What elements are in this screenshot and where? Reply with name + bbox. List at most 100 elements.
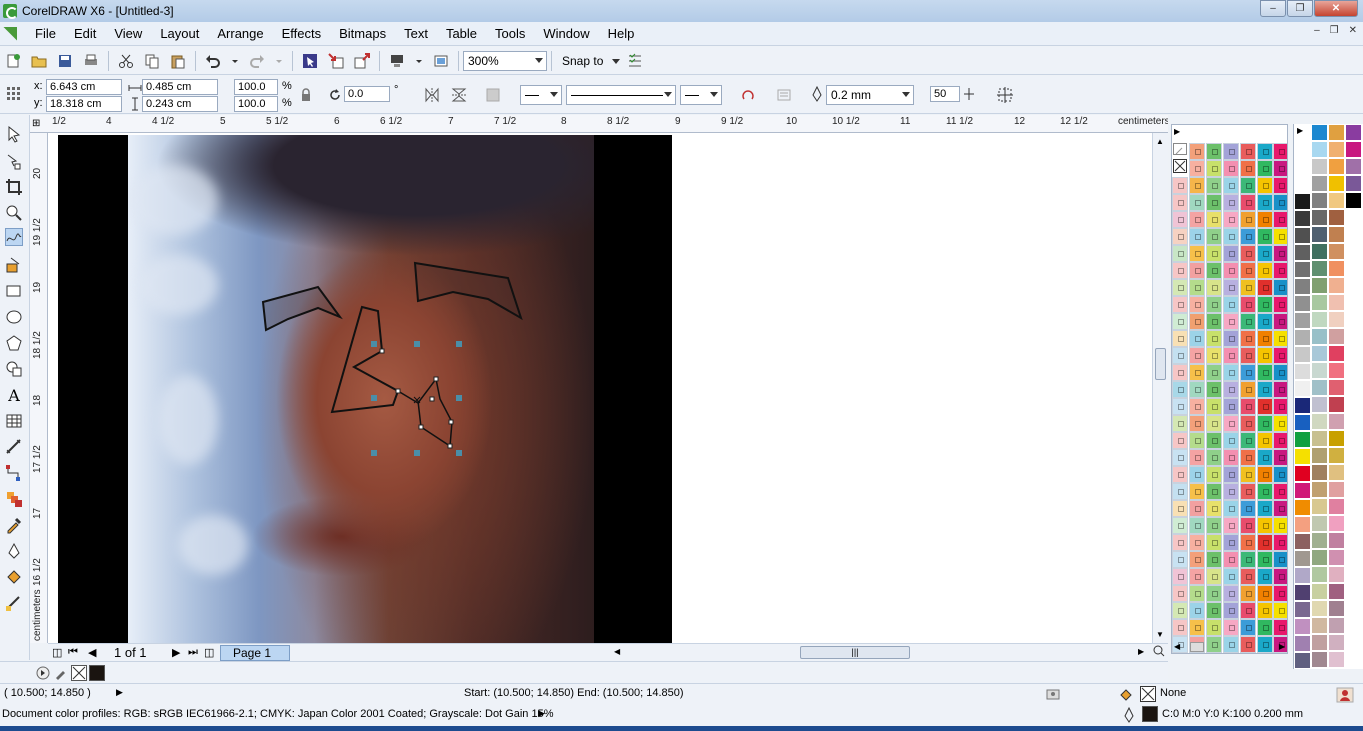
color-swatch[interactable]	[1328, 413, 1345, 430]
drawing-canvas[interactable]	[48, 133, 1152, 643]
doc-minimize-icon[interactable]: –	[1314, 25, 1320, 36]
fill-color-none-icon[interactable]	[1140, 686, 1156, 702]
color-swatch[interactable]	[1257, 636, 1273, 653]
color-swatch[interactable]	[1345, 515, 1362, 532]
color-swatch[interactable]	[1189, 398, 1205, 415]
color-swatch[interactable]	[1311, 379, 1328, 396]
color-swatch[interactable]	[1273, 211, 1287, 228]
color-swatch[interactable]	[1240, 211, 1256, 228]
color-swatch[interactable]	[1206, 398, 1222, 415]
import-icon[interactable]	[328, 52, 344, 69]
scroll-down-icon[interactable]: ▼	[1156, 630, 1164, 639]
application-launcher-icon[interactable]	[389, 53, 405, 69]
menu-file[interactable]: File	[26, 24, 65, 44]
color-swatch[interactable]	[1240, 568, 1256, 585]
color-swatch[interactable]	[1223, 585, 1239, 602]
color-swatch[interactable]	[1240, 313, 1256, 330]
color-swatch[interactable]	[1172, 500, 1188, 517]
menu-view[interactable]: View	[105, 24, 151, 44]
color-swatch[interactable]	[1345, 141, 1362, 158]
color-swatch[interactable]	[1257, 466, 1273, 483]
palette-scroll-up-icon[interactable]: ▶	[1297, 126, 1303, 135]
ruler-origin-icon[interactable]: ⊞	[32, 118, 40, 129]
color-swatch[interactable]	[1328, 396, 1345, 413]
color-swatch[interactable]	[1273, 517, 1287, 534]
menu-tools[interactable]: Tools	[486, 24, 534, 44]
black-swatch[interactable]	[89, 665, 105, 681]
vector-shapes-overlay[interactable]	[48, 133, 1152, 643]
zoom-navigator-icon[interactable]	[1153, 645, 1165, 660]
color-swatch[interactable]	[1273, 262, 1287, 279]
color-swatch[interactable]	[1273, 245, 1287, 262]
redo-dropdown-icon[interactable]	[275, 53, 283, 69]
color-swatch[interactable]	[1345, 634, 1362, 651]
color-swatch[interactable]	[1311, 515, 1328, 532]
color-swatch[interactable]	[1240, 398, 1256, 415]
right-eyebrow-shape[interactable]	[413, 261, 523, 321]
undo-icon[interactable]	[205, 53, 221, 69]
palette-eyedropper-icon[interactable]	[54, 666, 68, 683]
color-swatch[interactable]	[1345, 464, 1362, 481]
doc-close-icon[interactable]: ✕	[1349, 25, 1357, 36]
copy-icon[interactable]	[144, 53, 160, 69]
color-swatch[interactable]	[1223, 466, 1239, 483]
color-swatch[interactable]	[1189, 194, 1205, 211]
color-swatch[interactable]	[1240, 228, 1256, 245]
color-swatch[interactable]	[1240, 551, 1256, 568]
freehand-tool-icon[interactable]	[5, 228, 23, 246]
left-eyebrow-shape[interactable]	[261, 285, 343, 332]
color-swatch[interactable]	[1311, 532, 1328, 549]
table-tool-icon[interactable]	[5, 412, 23, 430]
color-swatch[interactable]	[1223, 483, 1239, 500]
color-swatch[interactable]	[1328, 175, 1345, 192]
connector-tool-icon[interactable]	[5, 464, 23, 482]
color-swatch[interactable]	[1240, 500, 1256, 517]
end-arrowhead-selector[interactable]	[680, 85, 722, 105]
color-swatch[interactable]	[1273, 585, 1287, 602]
color-swatch[interactable]	[1294, 278, 1311, 295]
color-swatch[interactable]	[1345, 481, 1362, 498]
palette-scroll-up-icon[interactable]: ▶	[1174, 127, 1180, 136]
doc-restore-icon[interactable]: ❐	[1330, 25, 1339, 36]
color-swatch[interactable]	[1294, 618, 1311, 635]
color-swatch[interactable]	[1345, 617, 1362, 634]
vertical-scroll-thumb[interactable]	[1155, 348, 1166, 380]
color-swatch[interactable]	[1257, 534, 1273, 551]
color-swatch[interactable]	[1311, 600, 1328, 617]
color-swatch[interactable]	[1273, 483, 1287, 500]
color-swatch[interactable]	[1223, 245, 1239, 262]
color-swatch[interactable]	[1189, 534, 1205, 551]
color-swatch[interactable]	[1223, 398, 1239, 415]
color-swatch[interactable]	[1273, 143, 1287, 160]
options-icon[interactable]	[627, 53, 643, 69]
color-swatch[interactable]	[1257, 279, 1273, 296]
color-swatch[interactable]	[1328, 532, 1345, 549]
color-swatch[interactable]	[1189, 415, 1205, 432]
color-swatch[interactable]	[1240, 296, 1256, 313]
color-swatch[interactable]	[1345, 345, 1362, 362]
color-swatch[interactable]	[1223, 262, 1239, 279]
scroll-up-icon[interactable]: ▲	[1156, 137, 1164, 146]
color-swatch[interactable]	[1206, 466, 1222, 483]
color-swatch[interactable]	[1240, 483, 1256, 500]
ellipse-tool-icon[interactable]	[5, 308, 23, 326]
color-swatch[interactable]	[1311, 651, 1328, 668]
color-swatch[interactable]	[1223, 296, 1239, 313]
color-swatch[interactable]	[1328, 362, 1345, 379]
color-swatch[interactable]	[1257, 313, 1273, 330]
color-swatch[interactable]	[1223, 534, 1239, 551]
horizontal-ruler[interactable]: ⊞ 1/2 4 4 1/2 5 5 1/2 6 6 1/2 7 7 1/2 8 …	[30, 115, 1168, 133]
scroll-left-icon[interactable]: ◀	[614, 647, 620, 656]
color-swatch[interactable]	[1223, 228, 1239, 245]
color-swatch[interactable]	[1189, 330, 1205, 347]
color-swatch[interactable]	[1172, 483, 1188, 500]
color-swatch[interactable]	[1294, 397, 1311, 414]
color-swatch[interactable]	[1206, 415, 1222, 432]
palette-column[interactable]	[1311, 124, 1328, 668]
color-swatch[interactable]	[1311, 481, 1328, 498]
previous-page-icon[interactable]: ◀	[88, 646, 96, 659]
color-swatch[interactable]	[1223, 636, 1239, 653]
color-swatch[interactable]	[1273, 568, 1287, 585]
color-swatch[interactable]	[1345, 362, 1362, 379]
color-swatch[interactable]	[1294, 482, 1311, 499]
